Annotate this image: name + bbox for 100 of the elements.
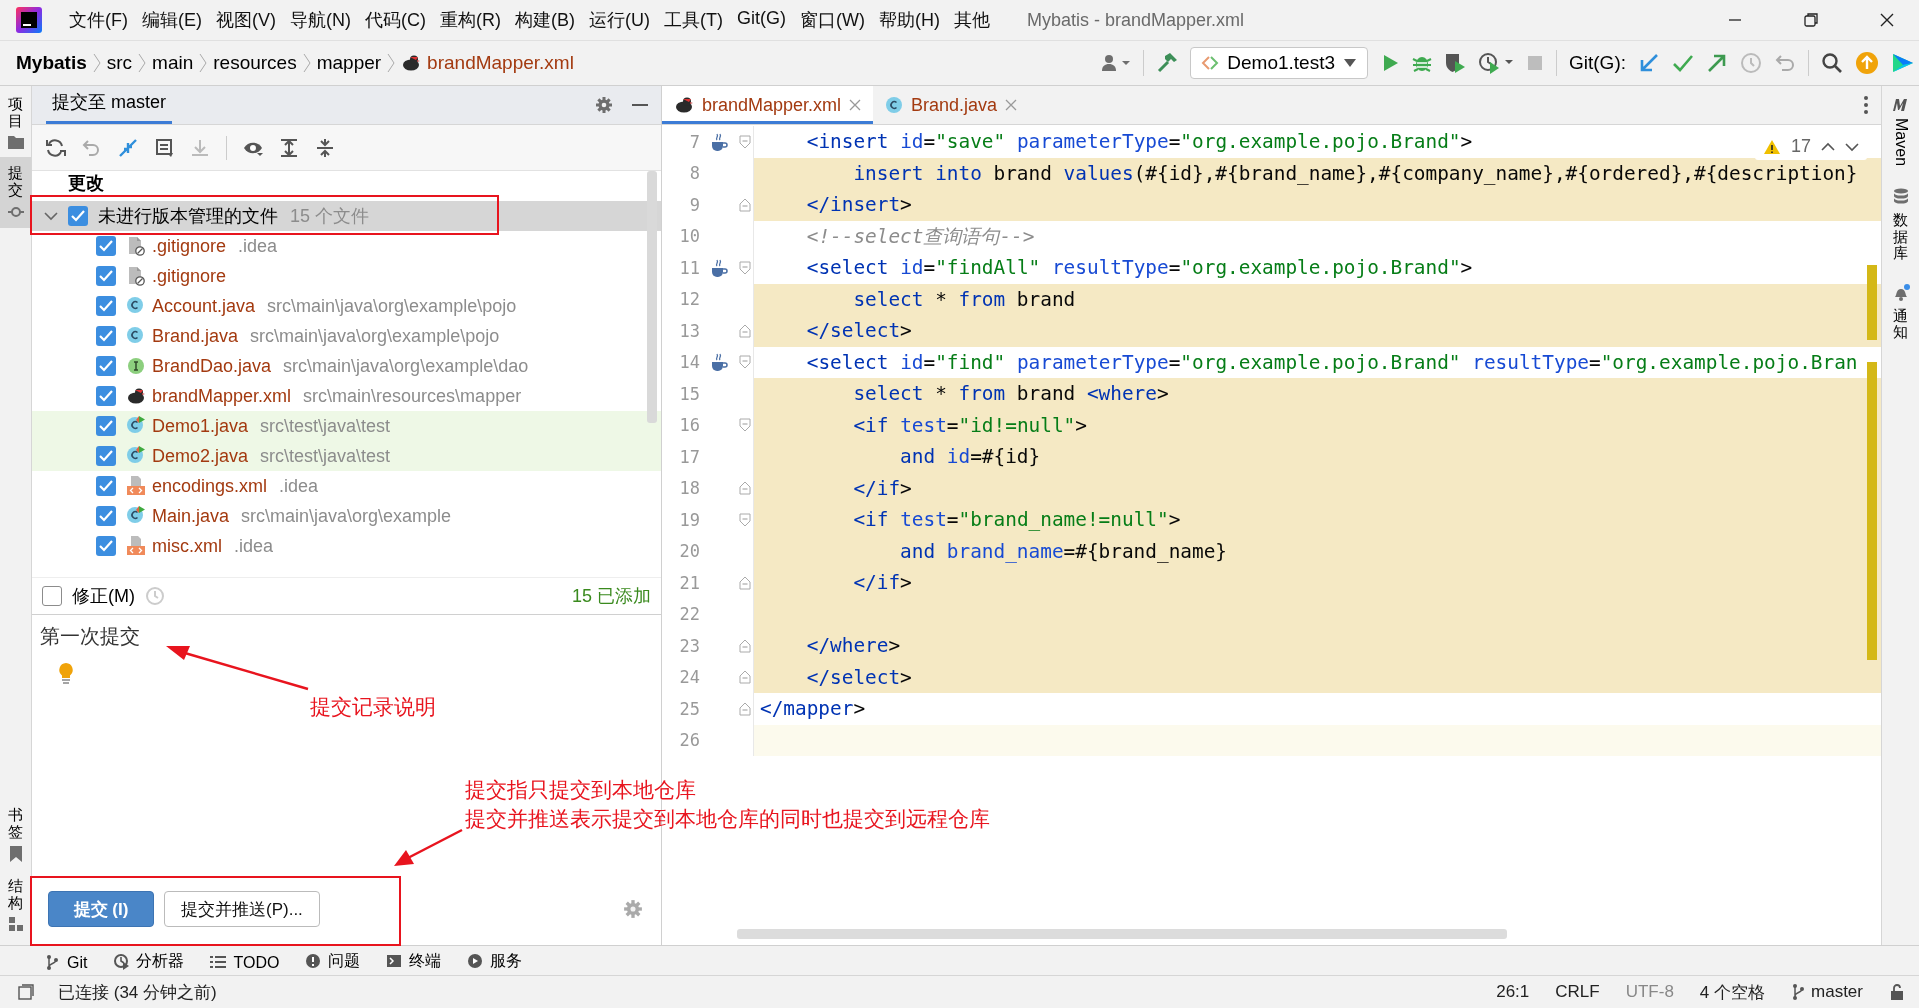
breadcrumb[interactable]: Mybatis [16, 52, 87, 74]
checkbox[interactable] [42, 586, 62, 606]
menu-item[interactable]: 重构(R) [433, 4, 508, 36]
file-row[interactable]: .gitignore [32, 261, 661, 291]
checkbox[interactable] [96, 386, 116, 406]
tool-window-button[interactable]: 分析器 [113, 951, 185, 972]
caret-position[interactable]: 26:1 [1496, 982, 1530, 1002]
file-name[interactable]: Demo1.java [152, 415, 249, 437]
file-row[interactable]: brandMapper.xml src\main\resources\mapper [32, 381, 661, 411]
tool-window-button[interactable]: 服务 [467, 951, 523, 972]
scrollbar[interactable] [647, 171, 657, 423]
restore-icon[interactable] [1803, 12, 1819, 28]
chevron-up-icon[interactable] [1821, 141, 1835, 152]
breadcrumb[interactable]: resources [213, 52, 297, 74]
fold-end-icon[interactable] [738, 197, 751, 212]
chevron-down-icon[interactable] [44, 209, 58, 223]
file-row[interactable]: BrandDao.java src\main\java\org\example\dao [32, 351, 661, 381]
fold-end-icon[interactable] [738, 638, 751, 653]
settings-icon[interactable] [595, 96, 613, 114]
merge-arrows-icon[interactable] [118, 137, 138, 158]
tool-window-button[interactable]: 终端 [386, 951, 442, 972]
fold-end-icon[interactable] [738, 670, 751, 685]
file-name[interactable]: encodings.xml [152, 475, 268, 497]
collapse-all-icon[interactable] [315, 137, 335, 158]
user-icon[interactable] [1101, 53, 1132, 73]
checkbox[interactable] [96, 236, 116, 256]
commit-push-button[interactable]: 提交并推送(P)... [164, 891, 320, 927]
side-tab[interactable]: 结构 [0, 870, 31, 939]
fold-end-icon[interactable] [738, 701, 751, 716]
menu-item[interactable]: Git(G) [729, 4, 793, 36]
menu-item[interactable]: 文件(F) [62, 4, 135, 36]
menu-item[interactable]: 视图(V) [209, 4, 283, 36]
file-row[interactable]: misc.xml .idea [32, 531, 661, 561]
file-name[interactable]: Demo2.java [152, 445, 249, 467]
file-name[interactable]: .gitignore [152, 265, 227, 287]
push-icon[interactable] [1706, 52, 1728, 74]
undo-icon[interactable] [82, 137, 102, 158]
file-name[interactable]: Account.java [152, 295, 256, 317]
file-row[interactable]: Demo1.java src\test\java\test [32, 411, 661, 441]
file-row[interactable]: Brand.java src\main\java\org\example\pojo [32, 321, 661, 351]
more-icon[interactable] [1863, 95, 1869, 115]
branch-widget[interactable]: master [1791, 982, 1863, 1002]
fold-end-icon[interactable] [738, 323, 751, 338]
editor-tab[interactable]: brandMapper.xml [662, 86, 874, 124]
checkbox[interactable] [68, 206, 88, 226]
file-row[interactable]: Demo2.java src\test\java\test [32, 441, 661, 471]
lock-icon[interactable] [1889, 983, 1905, 1001]
close-icon[interactable] [1879, 12, 1895, 28]
menu-item[interactable]: 其他 [946, 4, 997, 36]
hammer-icon[interactable] [1156, 52, 1179, 74]
checkbox[interactable] [96, 416, 116, 436]
search-icon[interactable] [1821, 52, 1843, 74]
file-row[interactable]: .gitignore .idea [32, 231, 661, 261]
fold-icon[interactable] [738, 134, 751, 149]
indent-setting[interactable]: 4 个空格 [1699, 980, 1766, 1004]
commit-button[interactable]: 提交 (I) [48, 891, 154, 927]
breadcrumb[interactable]: brandMapper.xml [427, 52, 574, 74]
chevron-down-icon[interactable] [1845, 141, 1859, 152]
fold-end-icon[interactable] [738, 575, 751, 590]
fold-icon[interactable] [738, 260, 751, 275]
file-name[interactable]: Main.java [152, 505, 230, 527]
menu-item[interactable]: 编辑(E) [135, 4, 209, 36]
toolbox-icon[interactable] [1891, 51, 1915, 75]
fold-end-icon[interactable] [738, 481, 751, 496]
checkbox[interactable] [96, 266, 116, 286]
profiler-icon[interactable] [1478, 52, 1514, 74]
download-icon[interactable] [190, 137, 210, 158]
file-row[interactable]: encodings.xml .idea [32, 471, 661, 501]
amend-label[interactable]: 修正(M) [72, 584, 135, 608]
breadcrumb[interactable]: mapper [316, 52, 382, 74]
history-icon[interactable] [1740, 52, 1762, 74]
file-name[interactable]: misc.xml [152, 535, 222, 557]
breadcrumb[interactable]: main [152, 52, 194, 74]
checkbox[interactable] [96, 476, 116, 496]
coverage-icon[interactable] [1444, 52, 1466, 74]
menu-item[interactable]: 工具(T) [657, 4, 730, 36]
menu-item[interactable]: 窗口(W) [792, 4, 872, 36]
checkbox[interactable] [96, 446, 116, 466]
checkbox[interactable] [96, 296, 116, 316]
editor-tab[interactable]: Brand.java [873, 86, 1030, 124]
menu-item[interactable]: 代码(C) [358, 4, 433, 36]
menu-item[interactable]: 导航(N) [283, 4, 358, 36]
checkbox[interactable] [96, 506, 116, 526]
menu-item[interactable]: 构建(B) [508, 4, 582, 36]
checkbox[interactable] [96, 356, 116, 376]
checkbox[interactable] [96, 536, 116, 556]
tool-window-button[interactable]: 问题 [305, 951, 361, 972]
tool-window-button[interactable]: TODO [210, 954, 280, 972]
tool-window-button[interactable]: Git [44, 954, 88, 972]
refresh-icon[interactable] [46, 137, 66, 158]
diff-icon[interactable] [154, 137, 174, 158]
file-row[interactable]: Account.java src\main\java\org\example\pojo [32, 291, 661, 321]
panel-toggle-icon[interactable] [18, 984, 34, 1000]
file-row[interactable]: Main.java src\main\java\org\example [32, 501, 661, 531]
tab-label[interactable]: Brand.java [911, 94, 998, 116]
side-tab[interactable]: 项目 [0, 88, 31, 157]
tab-label[interactable]: brandMapper.xml [702, 94, 842, 116]
fold-icon[interactable] [738, 355, 751, 370]
expand-all-icon[interactable] [279, 137, 299, 158]
fold-icon[interactable] [738, 512, 751, 527]
